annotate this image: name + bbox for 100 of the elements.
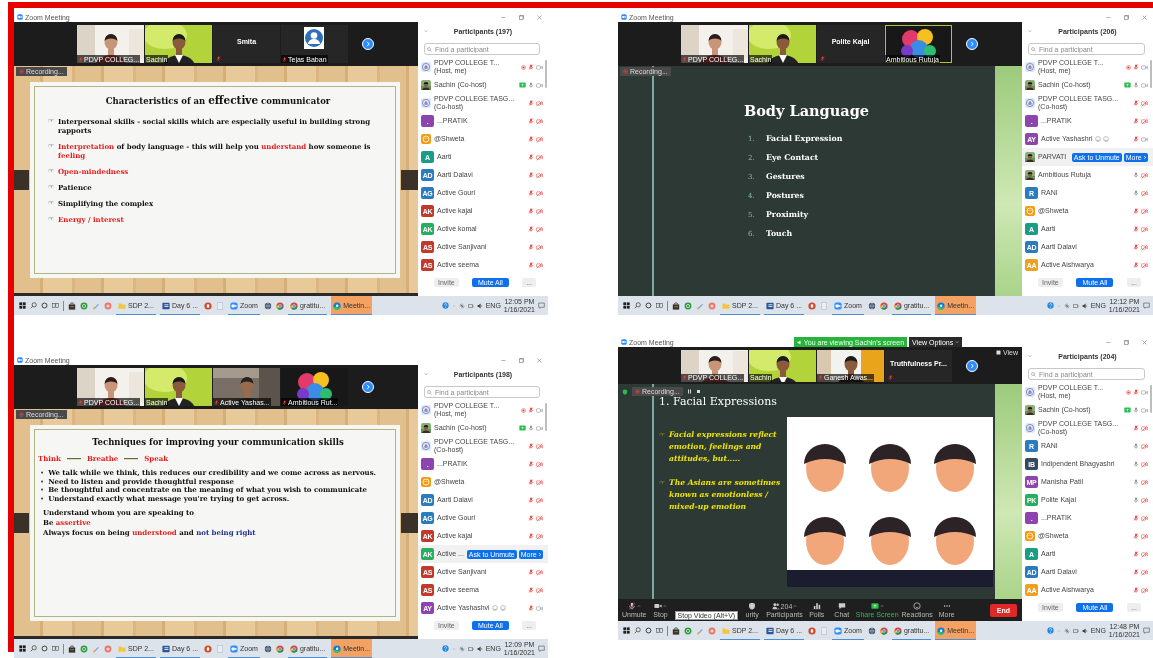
globe-icon[interactable]: [263, 301, 272, 310]
slides-app-icon[interactable]: [808, 626, 817, 635]
network-icon[interactable]: [458, 645, 465, 652]
logo-icon: [421, 441, 431, 451]
windows-logo-icon[interactable]: [623, 302, 630, 309]
browser-icon: [937, 626, 946, 635]
folder-icon: [722, 301, 730, 310]
notification-icon[interactable]: [538, 302, 545, 309]
app-icon[interactable]: [708, 301, 716, 310]
circle-icon[interactable]: [41, 645, 48, 652]
help-icon[interactable]: [1046, 302, 1054, 309]
circle-icon[interactable]: [645, 302, 652, 309]
search-icon[interactable]: [634, 627, 641, 634]
paint-brush-icon[interactable]: [92, 301, 100, 310]
windows-logo-icon[interactable]: [19, 302, 26, 309]
close-icon[interactable]: [537, 14, 542, 20]
notification-icon[interactable]: [538, 645, 545, 652]
browser-icon: [289, 301, 298, 310]
minimize-icon[interactable]: [501, 357, 506, 363]
stop-icon[interactable]: [695, 389, 701, 394]
maximize-icon[interactable]: [519, 357, 524, 363]
app-icon[interactable]: [104, 644, 112, 653]
chevron-down-icon[interactable]: [424, 29, 428, 33]
app-icon[interactable]: [80, 301, 88, 310]
volume-icon[interactable]: [476, 645, 483, 652]
task-view-icon[interactable]: [52, 302, 59, 309]
shopping-bag-icon[interactable]: [672, 301, 680, 310]
network-icon[interactable]: [458, 302, 465, 309]
shopping-bag-icon[interactable]: [68, 301, 76, 310]
pause-icon[interactable]: [686, 389, 692, 394]
next-page-button[interactable]: [966, 38, 978, 50]
globe-icon[interactable]: [867, 626, 876, 635]
close-icon[interactable]: [1142, 14, 1147, 20]
task-view-icon[interactable]: [52, 645, 59, 652]
slides-app-icon[interactable]: [204, 301, 213, 310]
emoji-icon: [421, 477, 431, 487]
chevron-right-icon: [365, 384, 371, 390]
help-icon[interactable]: [441, 302, 449, 309]
app-icon[interactable]: [684, 626, 692, 635]
network-icon[interactable]: [1063, 302, 1070, 309]
windows-logo-icon[interactable]: [623, 627, 630, 634]
paint-brush-icon[interactable]: [696, 301, 704, 310]
volume-icon[interactable]: [476, 302, 483, 309]
next-page-button[interactable]: [362, 381, 374, 393]
volume-icon[interactable]: [1081, 627, 1088, 634]
close-icon[interactable]: [1142, 339, 1147, 345]
chevron-down-icon[interactable]: [1028, 354, 1032, 358]
notification-icon[interactable]: [1143, 302, 1150, 309]
scroll-bar[interactable]: [1150, 60, 1152, 88]
logo-icon: [421, 405, 431, 415]
scroll-bar[interactable]: [545, 60, 547, 88]
minimize-icon[interactable]: [501, 14, 506, 20]
paint-brush-icon[interactable]: [92, 644, 100, 653]
zoom-logo-icon: [834, 301, 843, 310]
circle-icon[interactable]: [41, 302, 48, 309]
chevron-down-icon[interactable]: [1028, 29, 1032, 33]
minimize-icon[interactable]: [1106, 339, 1111, 345]
minimize-icon[interactable]: [1106, 14, 1111, 20]
help-icon[interactable]: [1046, 627, 1054, 634]
circle-icon[interactable]: [645, 627, 652, 634]
browser-icon[interactable]: [275, 644, 284, 653]
next-page-button[interactable]: [362, 38, 374, 50]
app-icon[interactable]: [684, 301, 692, 310]
task-view-icon[interactable]: [656, 627, 663, 634]
folder-icon: [118, 301, 126, 310]
scroll-bar[interactable]: [545, 403, 547, 431]
app-icon[interactable]: [80, 644, 88, 653]
task-view-icon[interactable]: [656, 302, 663, 309]
shopping-bag-icon[interactable]: [68, 644, 76, 653]
search-icon[interactable]: [30, 302, 37, 309]
browser-icon[interactable]: [879, 626, 888, 635]
muted-mic-icon: [627, 602, 636, 610]
globe-icon[interactable]: [867, 301, 876, 310]
network-icon[interactable]: [1063, 627, 1070, 634]
browser-icon: [333, 644, 342, 653]
globe-icon[interactable]: [263, 644, 272, 653]
windows-logo-icon[interactable]: [19, 645, 26, 652]
shopping-bag-icon[interactable]: [672, 626, 680, 635]
app-icon[interactable]: [708, 626, 716, 635]
volume-icon[interactable]: [1081, 302, 1088, 309]
connector-line: [124, 457, 139, 460]
close-icon[interactable]: [537, 357, 542, 363]
maximize-icon[interactable]: [519, 14, 524, 20]
maximize-icon[interactable]: [1124, 339, 1129, 345]
browser-icon[interactable]: [275, 301, 284, 310]
next-page-button[interactable]: [966, 359, 978, 372]
paint-brush-icon[interactable]: [696, 626, 704, 635]
notification-icon[interactable]: [1143, 627, 1150, 634]
scroll-bar[interactable]: [1150, 385, 1152, 413]
zoom-logo-icon: [230, 301, 239, 310]
browser-icon[interactable]: [879, 301, 888, 310]
chevron-down-icon[interactable]: [424, 372, 428, 376]
slides-app-icon[interactable]: [204, 644, 213, 653]
slides-app-icon[interactable]: [808, 301, 817, 310]
search-icon[interactable]: [30, 645, 37, 652]
app-icon[interactable]: [104, 301, 112, 310]
avatar-icon: [304, 27, 324, 49]
search-icon[interactable]: [634, 302, 641, 309]
help-icon[interactable]: [441, 645, 449, 652]
maximize-icon[interactable]: [1124, 14, 1129, 20]
